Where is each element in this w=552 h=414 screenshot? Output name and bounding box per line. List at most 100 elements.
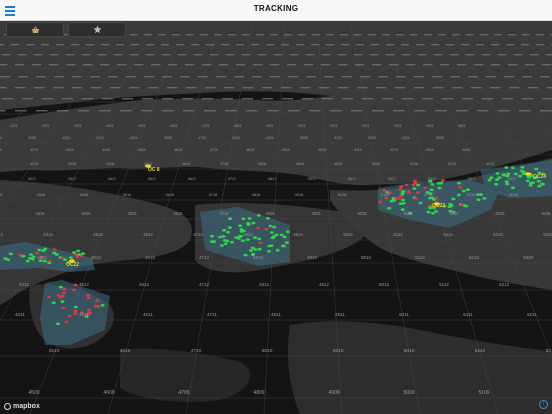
vehicle-marker-ok[interactable] <box>504 166 509 169</box>
vehicle-marker-alert[interactable] <box>52 248 57 251</box>
vehicle-marker-ok[interactable] <box>387 206 392 210</box>
vehicle-marker-alert[interactable] <box>73 309 78 313</box>
vehicle-marker-ok[interactable] <box>284 241 289 244</box>
mapbox-logo[interactable]: mapbox <box>4 403 40 410</box>
map-view[interactable]: 4509460947094809490950095109520953094510… <box>0 21 552 414</box>
vehicle-marker-ok[interactable] <box>437 186 442 190</box>
vehicle-marker-alert[interactable] <box>86 293 91 297</box>
vehicle-marker-ok[interactable] <box>68 256 73 259</box>
cluster-label-oc22[interactable]: OC22 <box>66 262 79 268</box>
vehicle-marker-ok[interactable] <box>529 181 534 185</box>
vehicle-marker-ok[interactable] <box>456 181 461 185</box>
vehicle-marker-alert[interactable] <box>61 291 66 295</box>
favorites-button[interactable] <box>68 22 126 37</box>
vehicle-marker-alert[interactable] <box>378 200 383 204</box>
vehicle-marker-ok[interactable] <box>269 231 274 234</box>
vehicle-marker-ok[interactable] <box>25 259 30 263</box>
vehicle-marker-ok[interactable] <box>228 217 233 220</box>
vehicle-marker-alert[interactable] <box>397 197 402 200</box>
vehicle-marker-alert[interactable] <box>56 294 61 297</box>
vehicle-marker-ok[interactable] <box>416 183 421 187</box>
vehicle-marker-alert[interactable] <box>73 312 78 316</box>
vehicle-marker-ok[interactable] <box>482 197 487 200</box>
vehicle-marker-alert[interactable] <box>398 188 403 191</box>
cluster-center-marker[interactable] <box>525 172 531 176</box>
vehicle-marker-ok[interactable] <box>257 247 262 251</box>
vehicle-marker-ok[interactable] <box>42 259 47 263</box>
vehicle-marker-ok[interactable] <box>275 249 280 252</box>
vehicle-marker-alert[interactable] <box>434 196 439 200</box>
vehicle-marker-alert[interactable] <box>34 251 39 255</box>
vehicle-marker-ok[interactable] <box>519 169 524 173</box>
vehicle-marker-ok[interactable] <box>528 184 533 187</box>
cluster-label-oc24[interactable]: OC24 <box>533 174 546 180</box>
vehicle-marker-ok[interactable] <box>510 186 515 189</box>
vehicle-marker-ok[interactable] <box>497 176 502 179</box>
vehicle-marker-ok[interactable] <box>476 198 481 201</box>
vehicle-marker-ok[interactable] <box>37 248 42 252</box>
vehicle-marker-alert[interactable] <box>61 306 66 310</box>
vehicle-marker-ok[interactable] <box>412 187 417 190</box>
vehicle-marker-ok[interactable] <box>238 224 242 227</box>
vehicle-marker-ok[interactable] <box>269 244 274 247</box>
vehicle-marker-ok[interactable] <box>21 254 26 258</box>
vehicle-marker-ok[interactable] <box>76 249 81 253</box>
vehicle-marker-ok[interactable] <box>241 217 246 221</box>
vehicle-marker-ok[interactable] <box>272 225 277 229</box>
vehicle-marker-ok[interactable] <box>401 198 406 202</box>
vehicle-marker-ok[interactable] <box>505 182 510 186</box>
vehicle-marker-alert[interactable] <box>96 305 101 308</box>
vehicle-marker-ok[interactable] <box>56 322 61 326</box>
vehicle-marker-ok[interactable] <box>537 184 542 188</box>
vehicle-marker-ok[interactable] <box>253 236 257 239</box>
vehicle-marker-ok[interactable] <box>249 249 253 252</box>
vehicle-marker-alert[interactable] <box>399 194 403 198</box>
vehicle-marker-ok[interactable] <box>534 167 539 171</box>
vehicle-marker-ok[interactable] <box>392 199 397 202</box>
vehicle-marker-ok[interactable] <box>100 304 105 307</box>
vehicle-marker-ok[interactable] <box>251 221 256 225</box>
vehicle-marker-ok[interactable] <box>41 249 46 252</box>
vehicle-marker-ok[interactable] <box>29 253 33 256</box>
vehicle-marker-ok[interactable] <box>223 242 228 246</box>
vehicle-marker-alert[interactable] <box>95 299 99 302</box>
vehicle-marker-ok[interactable] <box>73 305 78 309</box>
vehicle-marker-alert[interactable] <box>256 226 260 230</box>
basket-button[interactable] <box>6 22 64 37</box>
vehicle-marker-alert[interactable] <box>87 308 92 312</box>
vehicle-marker-ok[interactable] <box>506 172 511 176</box>
vehicle-marker-ok[interactable] <box>77 253 82 256</box>
cluster-label-oc8[interactable]: OC 8 <box>148 167 160 173</box>
vehicle-marker-ok[interactable] <box>63 258 67 261</box>
vehicle-marker-ok[interactable] <box>495 172 500 175</box>
vehicle-marker-alert[interactable] <box>60 294 65 298</box>
vehicle-marker-ok[interactable] <box>257 237 262 241</box>
vehicle-marker-ok[interactable] <box>54 253 59 256</box>
vehicle-marker-ok[interactable] <box>234 236 239 239</box>
vehicle-marker-alert[interactable] <box>64 320 69 324</box>
vehicle-marker-ok[interactable] <box>58 285 63 289</box>
vehicle-marker-ok[interactable] <box>279 233 284 237</box>
vehicle-marker-ok[interactable] <box>489 176 494 179</box>
vehicle-marker-ok[interactable] <box>272 235 276 238</box>
vehicle-marker-ok[interactable] <box>429 188 434 192</box>
vehicle-marker-ok[interactable] <box>219 244 224 247</box>
vehicle-marker-ok[interactable] <box>398 202 403 205</box>
vehicle-marker-alert[interactable] <box>67 314 72 318</box>
vehicle-marker-alert[interactable] <box>399 185 404 188</box>
vehicle-marker-ok[interactable] <box>243 253 248 257</box>
vehicle-marker-alert[interactable] <box>458 186 463 189</box>
vehicle-marker-ok[interactable] <box>518 174 523 178</box>
vehicle-marker-alert[interactable] <box>62 287 67 291</box>
vehicle-marker-ok[interactable] <box>6 258 11 262</box>
vehicle-marker-alert[interactable] <box>423 186 428 190</box>
vehicle-marker-ok[interactable] <box>8 252 13 256</box>
vehicle-marker-ok[interactable] <box>525 179 530 183</box>
vehicle-marker-alert[interactable] <box>75 255 80 259</box>
vehicle-marker-alert[interactable] <box>415 191 420 194</box>
vehicle-marker-ok[interactable] <box>451 197 456 201</box>
vehicle-marker-ok[interactable] <box>30 257 35 261</box>
vehicle-marker-ok[interactable] <box>209 234 214 238</box>
vehicle-marker-ok[interactable] <box>72 251 77 254</box>
vehicle-marker-ok[interactable] <box>265 217 270 220</box>
